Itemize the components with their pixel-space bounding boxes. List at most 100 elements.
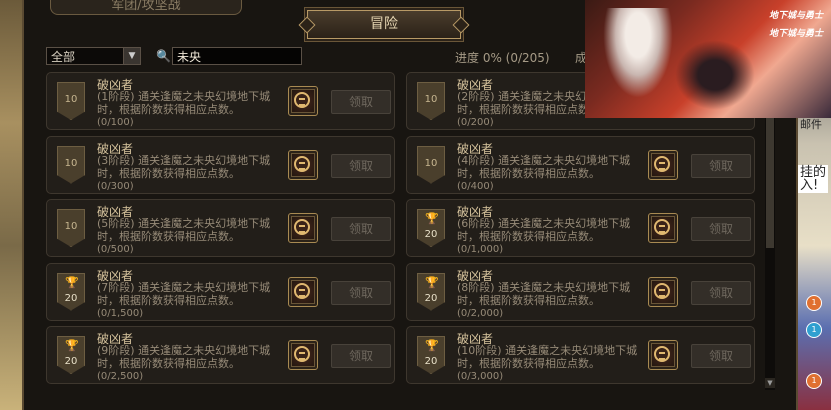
achievement-description: (10阶段) 通关逢魔之未央幻境地下城时，根据阶数获得相应点数。 [457, 344, 638, 370]
achievement-description: (1阶段) 通关逢魔之未央幻境地下城时，根据阶数获得相应点数。 [97, 90, 271, 116]
mail-label[interactable]: 邮件 [800, 116, 822, 132]
reward-glyph-icon [294, 92, 310, 108]
points-badge: 10 [417, 82, 445, 120]
achievement-progress: (0/500) [97, 244, 134, 255]
reward-glyph-icon [294, 282, 310, 299]
achievement-card: 🏆 20 破凶者 (8阶段) 通关逢魔之未央幻境地下城时，根据阶数获得相应点数。 (0/… [406, 262, 755, 321]
search-icon: 🔍 [156, 49, 171, 63]
claim-button[interactable]: 领取 [691, 217, 751, 241]
claim-button[interactable]: 领取 [331, 153, 391, 178]
points-value: 20 [64, 356, 78, 367]
achievement-card: 10 破凶者 (1阶段) 通关逢魔之未央幻境地下城时，根据阶数获得相应点数。 (0/1… [46, 72, 395, 130]
claim-button[interactable]: 领取 [691, 344, 751, 368]
reward-glyph-icon [294, 219, 310, 235]
points-badge: 🏆 20 [417, 336, 445, 374]
points-badge: 10 [417, 145, 445, 184]
trophy-icon: 🏆 [425, 212, 439, 225]
points-value: 20 [64, 292, 78, 304]
achievement-description: (5阶段) 通关逢魔之未央幻境地下城时，根据阶数获得相应点数。 [97, 217, 271, 243]
achievement-description: (7阶段) 通关逢魔之未央幻境地下城时，根据阶数获得相应点数。 [97, 280, 271, 307]
achievement-progress: (0/1,500) [97, 307, 144, 319]
scrollbar[interactable] [765, 72, 775, 390]
claim-button[interactable]: 领取 [331, 90, 391, 114]
tab-adventure[interactable]: 冒险 [307, 10, 461, 39]
achievement-progress: (0/200) [457, 117, 494, 128]
achievement-description: (8阶段) 通关逢魔之未央幻境地下城时，根据阶数获得相应点数。 [457, 280, 631, 307]
promo-banner: 地下城与勇士 地下城与勇士 [585, 0, 831, 118]
reward-icon[interactable] [648, 213, 678, 243]
scroll-down-button[interactable]: ▼ [765, 378, 775, 388]
points-value: 10 [424, 157, 438, 169]
points-value: 20 [424, 292, 438, 304]
claim-button[interactable]: 领取 [331, 344, 391, 368]
points-badge: 🏆 20 [57, 272, 85, 311]
banner-character [603, 8, 673, 98]
reward-icon[interactable] [288, 149, 318, 180]
banner-character-dark [675, 40, 755, 110]
reward-icon[interactable] [288, 86, 318, 116]
category-filter[interactable]: 全部 ▼ [46, 47, 141, 65]
trophy-icon: 🏆 [425, 275, 439, 289]
reward-icon[interactable] [288, 276, 318, 307]
notification-badge-icon[interactable]: 1 [806, 322, 822, 338]
points-value: 10 [64, 94, 78, 105]
progress-summary: 进度 0% (0/205) [455, 51, 550, 65]
achievement-card: 10 破凶者 (5阶段) 通关逢魔之未央幻境地下城时，根据阶数获得相应点数。 (0/5… [46, 199, 395, 257]
achievement-description: (6阶段) 通关逢魔之未央幻境地下城时，根据阶数获得相应点数。 [457, 217, 631, 243]
trophy-icon: 🏆 [425, 339, 439, 352]
points-badge: 🏆 20 [57, 336, 85, 374]
claim-button[interactable]: 领取 [691, 280, 751, 305]
reward-icon[interactable] [648, 340, 678, 370]
achievement-card: 🏆 20 破凶者 (10阶段) 通关逢魔之未央幻境地下城时，根据阶数获得相应点数。 (0… [406, 326, 755, 384]
achievement-description: (9阶段) 通关逢魔之未央幻境地下城时，根据阶数获得相应点数。 [97, 344, 271, 370]
reward-icon[interactable] [648, 276, 678, 307]
reward-icon[interactable] [288, 340, 318, 370]
notification-badge-icon[interactable]: 1 [806, 373, 822, 389]
trophy-icon: 🏆 [65, 275, 79, 289]
points-value: 20 [424, 229, 438, 240]
reward-glyph-icon [654, 346, 670, 362]
reward-glyph-icon [654, 155, 670, 172]
claim-button[interactable]: 领取 [331, 217, 391, 241]
points-value: 10 [64, 221, 78, 232]
achievement-card: 🏆 20 破凶者 (6阶段) 通关逢魔之未央幻境地下城时，根据阶数获得相应点数。 (0/… [406, 199, 755, 257]
claim-button[interactable]: 领取 [331, 280, 391, 305]
points-badge: 10 [57, 209, 85, 247]
achievement-card: 10 破凶者 (4阶段) 通关逢魔之未央幻境地下城时，根据阶数获得相应点数。 (0/4… [406, 135, 755, 194]
reward-glyph-icon [294, 346, 310, 362]
points-badge: 10 [57, 82, 85, 120]
points-value: 10 [424, 94, 438, 105]
achievement-progress: (0/400) [457, 180, 494, 192]
achievement-description: (3阶段) 通关逢魔之未央幻境地下城时，根据阶数获得相应点数。 [97, 153, 271, 180]
achievement-progress: (0/300) [97, 180, 134, 192]
achievement-progress: (0/100) [97, 117, 134, 128]
points-value: 20 [424, 356, 438, 367]
achievement-card: 🏆 20 破凶者 (9阶段) 通关逢魔之未央幻境地下城时，根据阶数获得相应点数。 (0/… [46, 326, 395, 384]
reward-icon[interactable] [648, 149, 678, 180]
reward-glyph-icon [654, 219, 670, 235]
achievement-progress: (0/3,000) [457, 371, 504, 382]
search-input[interactable]: 未央 [172, 47, 302, 65]
category-filter-value: 全部 [51, 50, 76, 64]
side-notice: 挂的 入! [798, 165, 829, 193]
notification-badge-icon[interactable]: 1 [806, 295, 822, 311]
reward-glyph-icon [654, 282, 670, 299]
chevron-down-icon[interactable]: ▼ [123, 48, 140, 64]
achievement-card: 10 破凶者 (3阶段) 通关逢魔之未央幻境地下城时，根据阶数获得相应点数。 (0/3… [46, 135, 395, 194]
achievement-description: (4阶段) 通关逢魔之未央幻境地下城时，根据阶数获得相应点数。 [457, 153, 631, 180]
trophy-icon: 🏆 [65, 339, 79, 352]
achievement-progress: (0/1,000) [457, 244, 504, 255]
banner-logo-2: 地下城与勇士 [768, 29, 823, 39]
reward-glyph-icon [294, 155, 310, 172]
points-value: 10 [64, 157, 78, 169]
banner-logo: 地下城与勇士 [768, 11, 823, 21]
reward-icon[interactable] [288, 213, 318, 243]
points-badge: 10 [57, 145, 85, 184]
tab-legion[interactable]: 军团/攻坚战 [50, 0, 242, 15]
achievement-progress: (0/2,500) [97, 371, 144, 382]
achievement-progress: (0/2,000) [457, 307, 504, 319]
claim-button[interactable]: 领取 [691, 153, 751, 178]
points-badge: 🏆 20 [417, 209, 445, 247]
points-badge: 🏆 20 [417, 272, 445, 311]
achievement-card: 🏆 20 破凶者 (7阶段) 通关逢魔之未央幻境地下城时，根据阶数获得相应点数。 (0/… [46, 262, 395, 321]
